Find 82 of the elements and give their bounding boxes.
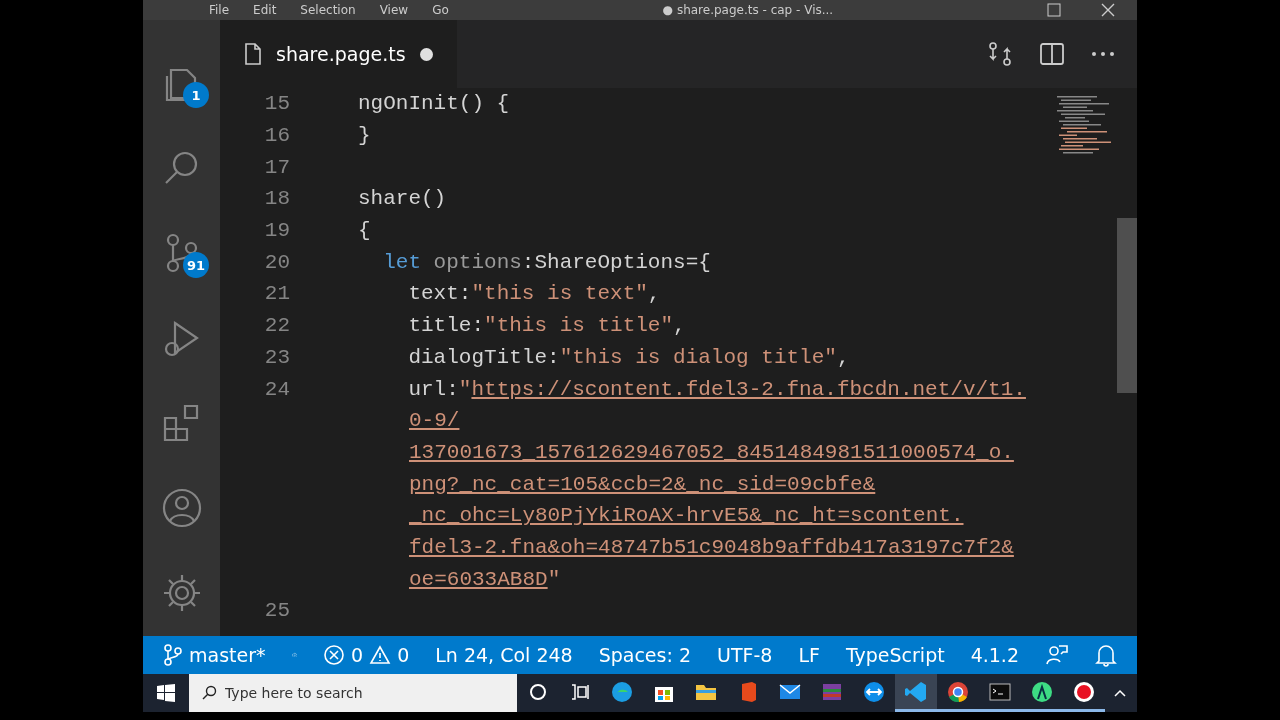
code-link[interactable]: png?_nc_cat=105&ccb=2&_nc_sid=09cbfe& <box>409 472 876 496</box>
search-icon <box>201 685 217 701</box>
code-link[interactable]: oe=6033AB8D <box>409 567 548 591</box>
code-editor-icon <box>904 679 928 704</box>
android-studio-icon <box>1030 679 1054 704</box>
line-number: 18 <box>263 187 290 211</box>
code-token: ngOnInit() { <box>358 92 510 116</box>
count-badge: 1 <box>183 82 209 108</box>
line-number: 23 <box>263 345 290 369</box>
code-token: options <box>432 250 522 274</box>
code-link[interactable]: https://scontent.fdel3-2.fna.fbcdn.net/v/t1. <box>471 377 1026 401</box>
more-icon[interactable] <box>1091 51 1115 57</box>
line-number: 22 <box>263 314 290 338</box>
bell-icon[interactable] <box>1095 643 1117 667</box>
code-token: " <box>547 567 561 591</box>
windows-start-icon[interactable] <box>157 684 175 702</box>
menu-item[interactable]: Go <box>432 3 449 17</box>
line-number: 20 <box>263 250 290 274</box>
record-icon <box>1072 679 1096 704</box>
menu-item[interactable]: View <box>379 3 409 17</box>
file-icon <box>244 43 262 65</box>
line-number: 17 <box>263 155 290 179</box>
code-link[interactable]: 137001673_157612629467052_8451484981511000574_o. <box>409 440 1014 464</box>
menu-item[interactable]: Edit <box>253 3 277 17</box>
status-item[interactable]: LF <box>798 644 820 666</box>
status-item[interactable]: UTF-8 <box>717 644 773 666</box>
taskbar-search-field[interactable]: Type here to search <box>189 674 517 712</box>
window-title: ● share.page.ts - cap - Vis... <box>662 3 834 17</box>
edge-icon <box>610 679 634 704</box>
error-count: 0 <box>351 644 364 666</box>
maximize-icon[interactable] <box>1047 3 1061 17</box>
warning-icon <box>369 645 392 665</box>
code-token: let <box>382 250 421 274</box>
code-token: , <box>647 282 661 306</box>
status-item[interactable]: TypeScript <box>845 644 945 666</box>
code-token: , <box>673 314 686 338</box>
chevron-up-icon[interactable] <box>1113 688 1127 698</box>
remote-icon <box>862 679 886 704</box>
count-badge: 91 <box>183 252 209 279</box>
code-token: dialogTitle: <box>407 345 560 369</box>
code-link[interactable]: _nc_ohc=Ly80PjYkiRoAX-hrvE5&_nc_ht=scontent. <box>409 504 964 528</box>
status-item[interactable]: Spaces: 2 <box>598 644 691 666</box>
problems-status[interactable]: 0 0 <box>323 644 410 666</box>
status-item[interactable]: 4.1.2 <box>970 644 1019 666</box>
code-token: url: <box>407 377 459 401</box>
feedback-icon[interactable] <box>1045 643 1069 667</box>
code-token: text: <box>407 282 472 306</box>
code-token: :ShareOptions={ <box>521 250 711 274</box>
code-token: "this is title" <box>484 314 674 338</box>
code-link[interactable]: 0-9/ <box>409 409 460 433</box>
code-token: "this is dialog title" <box>559 345 837 369</box>
error-icon <box>323 644 346 666</box>
code-link[interactable]: fdel3-2.fna&oh=48747b51c9048b9affdb417a3197c7f2& <box>409 535 1014 559</box>
branch-name: master* <box>189 644 266 666</box>
line-number: 25 <box>263 599 290 623</box>
branch-status[interactable]: master* <box>163 644 266 666</box>
code-token: , <box>836 345 850 369</box>
line-number: 16 <box>263 124 290 148</box>
code-token: title: <box>407 314 485 338</box>
editor-tab[interactable]: share.page.ts <box>220 20 457 88</box>
account-icon <box>160 487 203 530</box>
compare-icon[interactable] <box>987 41 1013 67</box>
split-editor-icon[interactable] <box>1039 41 1065 67</box>
menu-item[interactable]: Selection <box>300 3 356 17</box>
status-item[interactable]: Ln 24, Col 248 <box>435 644 573 666</box>
line-number: 19 <box>263 219 290 243</box>
task-view-icon[interactable] <box>570 681 590 702</box>
code-token: { <box>358 219 371 243</box>
code-token: "this is text" <box>471 282 648 306</box>
menu-item[interactable]: File <box>209 3 230 17</box>
scrollbar-thumb[interactable] <box>1117 218 1137 393</box>
code-token: " <box>458 377 472 401</box>
code-token: } <box>358 124 371 148</box>
cortana-icon[interactable] <box>528 681 548 702</box>
line-number: 24 <box>263 377 290 401</box>
line-number: 21 <box>263 282 290 306</box>
close-icon[interactable] <box>1101 3 1115 17</box>
line-number: 15 <box>263 92 290 116</box>
warning-count: 0 <box>397 644 410 666</box>
chrome-icon <box>946 679 970 704</box>
code-token: share() <box>358 187 447 211</box>
branch-icon <box>163 644 183 666</box>
